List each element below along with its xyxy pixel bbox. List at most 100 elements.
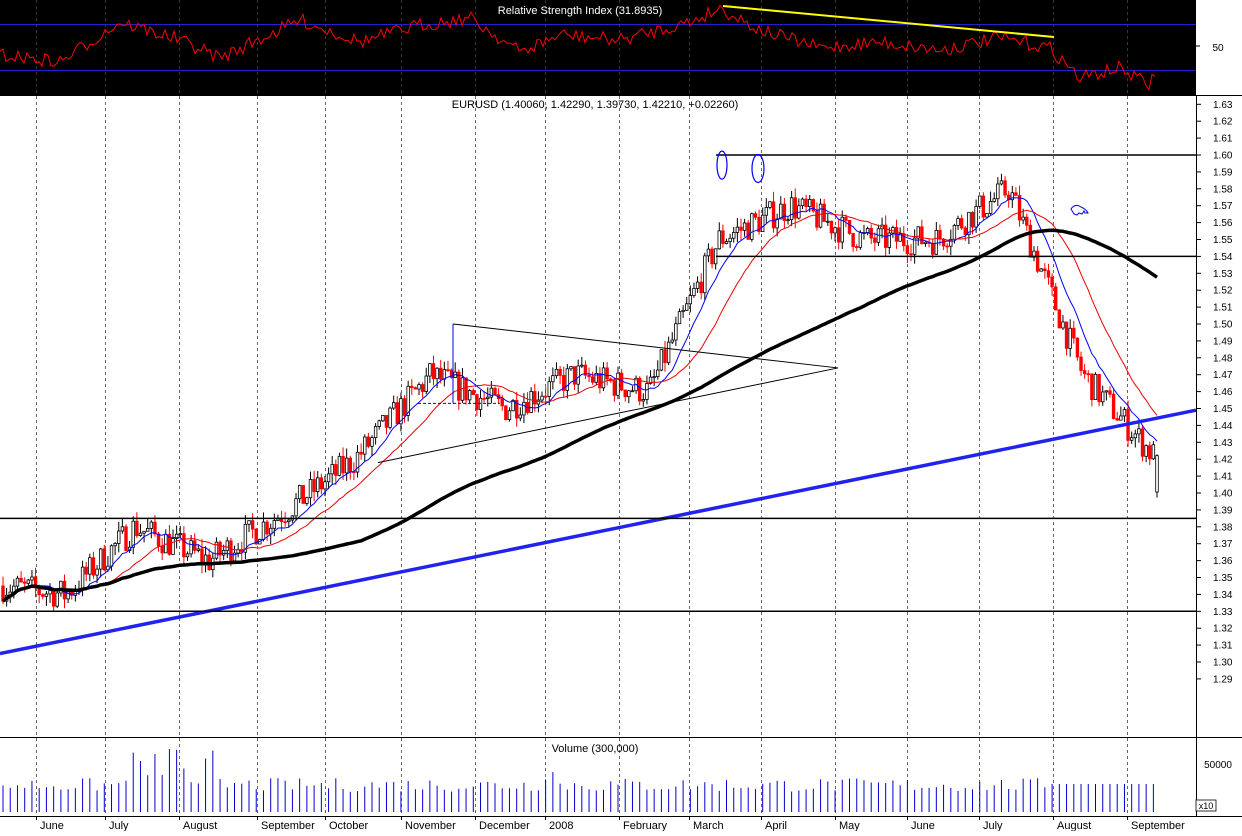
candle-body (717, 230, 721, 250)
rsi-title: Relative Strength Index (31.8935) (498, 5, 663, 17)
y-tick-label: 1.59 (1213, 167, 1233, 178)
candle-body (746, 222, 750, 240)
x-tick-label: 2008 (549, 820, 573, 831)
y-tick-label: 1.44 (1213, 421, 1233, 432)
candle-body (786, 219, 790, 222)
candle-body (221, 550, 226, 556)
candle-body (601, 367, 606, 389)
x-tick-label: July (109, 820, 129, 831)
candle-body (836, 227, 841, 243)
candle-body (818, 203, 823, 228)
candle-body (142, 530, 146, 534)
candle-body (417, 384, 421, 390)
candle-body (1054, 286, 1058, 311)
candle-body (442, 369, 447, 380)
candle-body (938, 229, 942, 240)
candle-body (446, 369, 450, 372)
candle-body (319, 477, 324, 490)
candle-body (363, 436, 367, 455)
candle-body (88, 557, 92, 575)
candle-body (1108, 390, 1112, 395)
candle-body (782, 203, 787, 221)
candle-body (692, 288, 696, 296)
candle-body (992, 198, 996, 202)
candle-body (124, 526, 128, 551)
candle-body (464, 377, 468, 401)
candle-body (80, 566, 85, 591)
candle-body (985, 212, 989, 218)
candle-body (547, 381, 551, 397)
candle-body (855, 246, 859, 248)
candle-body (681, 309, 685, 313)
candle-body (945, 245, 949, 248)
candle-body (934, 229, 939, 255)
candle-body (1133, 433, 1137, 439)
candle-body (590, 376, 595, 383)
candle-body (909, 253, 913, 256)
x-tick-label: December (479, 820, 530, 831)
x-tick-label: May (839, 820, 860, 831)
candle-body (272, 520, 277, 529)
candle-body (156, 533, 161, 547)
y-tick-label: 1.49 (1213, 336, 1233, 347)
candle-body (533, 391, 537, 405)
candle-body (1151, 444, 1156, 460)
candle-body (1093, 373, 1098, 401)
candle-body (540, 395, 544, 401)
candle-body (109, 545, 114, 567)
y-tick-label: 1.56 (1213, 218, 1233, 229)
candle-body (200, 548, 204, 564)
candle-body (428, 363, 432, 377)
candle-body (1035, 250, 1040, 272)
rsi-axis-label: 50 (1212, 43, 1224, 54)
x-tick-label: June (40, 820, 64, 831)
candle-body (1003, 180, 1007, 196)
candle-body (536, 399, 541, 405)
chart-svg: Relative Strength Index (31.8935) 50 EUR… (0, 0, 1242, 832)
candle-body (395, 402, 400, 425)
candle-body (15, 577, 20, 587)
candle-body (279, 518, 284, 523)
month-x-axis: June July August September October November De… (36, 816, 1185, 832)
candle-body (858, 232, 863, 248)
candle-body (768, 201, 772, 208)
y-tick-label: 1.53 (1213, 269, 1233, 280)
candle-body (1111, 393, 1116, 419)
candle-body (1082, 370, 1087, 375)
candle-body (851, 233, 855, 247)
candle-body (1079, 356, 1083, 371)
candle-body (981, 195, 986, 218)
candle-body (1064, 321, 1069, 349)
candle-body (804, 198, 808, 208)
candle-body (1068, 327, 1072, 349)
candle-body (504, 405, 508, 420)
candle-body (507, 410, 512, 420)
candle-body (554, 368, 559, 377)
candle-body (348, 457, 352, 473)
candle-body (605, 367, 609, 380)
candle-body (261, 521, 266, 540)
candle-body (630, 390, 635, 393)
x-tick-label: November (405, 820, 456, 831)
candle-body (1137, 428, 1141, 435)
candle-body (931, 243, 935, 255)
y-tick-label: 1.57 (1213, 201, 1233, 212)
candle-body (800, 198, 805, 207)
candle-body (1140, 428, 1145, 457)
candle-body (565, 368, 570, 391)
candle-body (703, 255, 707, 294)
y-tick-label: 1.36 (1213, 556, 1233, 567)
candle-body (182, 533, 186, 558)
candle-body (659, 349, 664, 371)
candle-body (1057, 309, 1062, 329)
candle-body (706, 248, 711, 257)
candle-body (1072, 327, 1076, 339)
candle-body (225, 540, 229, 551)
candle-body (847, 219, 852, 234)
y-tick-label: 1.62 (1213, 117, 1233, 128)
candle-body (685, 303, 689, 311)
candle-body (558, 368, 562, 376)
x-tick-label: September (261, 820, 315, 831)
candle-body (500, 398, 504, 407)
candle-body (1115, 418, 1119, 421)
